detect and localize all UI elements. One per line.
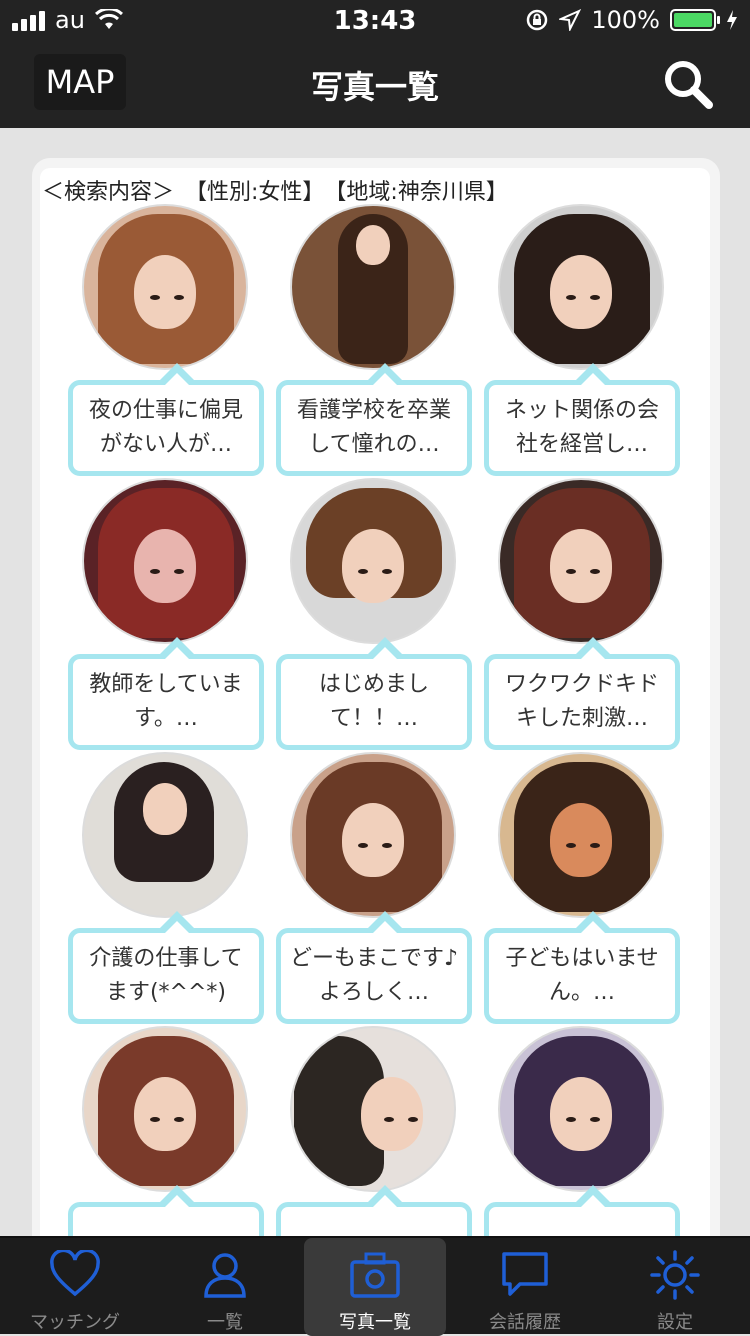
profile-photo[interactable] [82, 752, 248, 918]
profile-photo[interactable] [498, 204, 664, 370]
profile-photo[interactable] [82, 204, 248, 370]
profile-card[interactable]: 看護学校を卒業して憧れの… [274, 204, 472, 476]
tab-label: 会話履歴 [489, 1312, 561, 1333]
tab-label: マッチング [30, 1312, 120, 1333]
status-bar: au 13:43 100% [0, 0, 750, 40]
profile-card[interactable]: 夜の仕事に偏見がない人が… [66, 204, 264, 476]
photo-list-panel: ＜検索内容＞ 【性別:女性】 【地域:神奈川県】 夜の仕事に偏見がない人が… 看… [40, 168, 710, 1258]
profile-message[interactable]: はじめまして！！… [276, 637, 472, 750]
tab-label: 一覧 [207, 1312, 243, 1333]
profile-photo[interactable] [82, 1026, 248, 1192]
location-arrow-icon [559, 9, 582, 31]
profile-photo[interactable] [82, 478, 248, 644]
navigation-bar: MAP 写真一覧 [0, 40, 750, 128]
profile-message[interactable]: どーもまこです♪よろしく… [276, 911, 472, 1024]
profile-message[interactable]: 子どもはいません。… [484, 911, 680, 1024]
search-criteria: ＜検索内容＞ 【性別:女性】 【地域:神奈川県】 [42, 180, 508, 205]
profile-message[interactable]: 教師をしています。… [68, 637, 264, 750]
profile-card[interactable]: いきなりでちょ [274, 1026, 472, 1258]
chat-bubble-icon [502, 1252, 548, 1296]
tab-label: 写真一覧 [339, 1312, 411, 1333]
profile-card[interactable]: どーもまこです♪よろしく… [274, 752, 472, 1024]
tab-chat-history[interactable]: 会話履歴 [450, 1238, 600, 1336]
tab-photo-list[interactable]: 写真一覧 [304, 1238, 446, 1336]
profile-message[interactable]: 介護の仕事してます(*^^*) [68, 911, 264, 1024]
profile-message[interactable]: 看護学校を卒業して憧れの… [276, 363, 472, 476]
profile-photo[interactable] [498, 1026, 664, 1192]
tab-bar: マッチング 一覧 写真一覧 会話履歴 設定 [0, 1236, 750, 1336]
profile-photo[interactable] [498, 752, 664, 918]
profile-card[interactable]: 介護の仕事してます(*^^*) [66, 752, 264, 1024]
tab-settings[interactable]: 設定 [600, 1238, 750, 1336]
profile-card[interactable]: ネット関係の会社を経営し… [482, 204, 680, 476]
profile-photo[interactable] [290, 752, 456, 918]
charging-bolt-icon [727, 10, 737, 30]
profile-photo[interactable] [290, 1026, 456, 1192]
profile-card[interactable]: はじめまして！！… [274, 478, 472, 750]
profile-photo[interactable] [290, 478, 456, 644]
battery-icon [670, 9, 720, 31]
profile-card[interactable]: 出会いを求めて [66, 1026, 264, 1258]
search-icon[interactable] [662, 58, 714, 110]
profile-message[interactable]: ワクワクドキドキした刺激… [484, 637, 680, 750]
tab-matching[interactable]: マッチング [0, 1238, 150, 1336]
profile-message[interactable]: 夜の仕事に偏見がない人が… [68, 363, 264, 476]
profile-card[interactable]: 子どもはいません。… [482, 752, 680, 1024]
tab-list[interactable]: 一覧 [150, 1238, 300, 1336]
heart-icon [50, 1250, 100, 1297]
header: au 13:43 100% MAP 写真一覧 [0, 0, 750, 128]
battery-percent: 100% [591, 6, 660, 34]
camera-icon [350, 1252, 400, 1298]
profile-photo[interactable] [290, 204, 456, 370]
profile-photo[interactable] [498, 478, 664, 644]
photo-list-card: ＜検索内容＞ 【性別:女性】 【地域:神奈川県】 夜の仕事に偏見がない人が… 看… [32, 158, 720, 1258]
profile-card[interactable]: 教師をしています。… [66, 478, 264, 750]
profile-card[interactable]: はじめまして♪ [482, 1026, 680, 1258]
person-icon [204, 1253, 246, 1298]
tab-label: 設定 [657, 1312, 693, 1333]
profile-card[interactable]: ワクワクドキドキした刺激… [482, 478, 680, 750]
sun-gear-icon [650, 1250, 700, 1300]
rotation-lock-icon [527, 9, 548, 31]
profile-message[interactable]: ネット関係の会社を経営し… [484, 363, 680, 476]
page-title: 写真一覧 [310, 68, 439, 106]
